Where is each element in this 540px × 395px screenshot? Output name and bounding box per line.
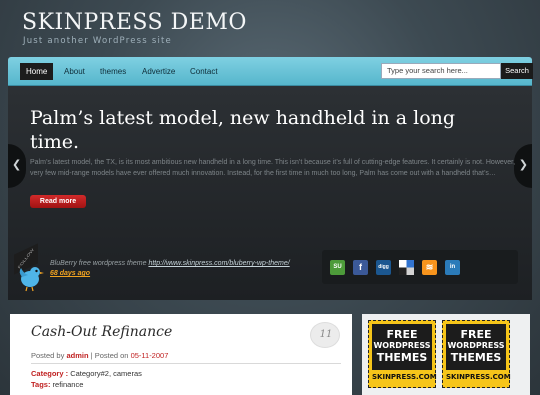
stumbleupon-icon[interactable]: SU <box>330 260 345 275</box>
tag-link[interactable]: refinance <box>53 380 84 389</box>
digg-icon[interactable]: digg <box>376 260 391 275</box>
post-author-link[interactable]: admin <box>66 351 88 360</box>
sidebar: FREE WORDPRESS THEMES SKINPRESS.COM FREE… <box>362 314 530 395</box>
delicious-icon[interactable] <box>399 260 414 275</box>
post-title[interactable]: Cash-Out Refinance <box>31 324 172 340</box>
twitter-bird-icon[interactable] <box>16 262 44 292</box>
tweet-text: BluBerry free wordpress theme http://www… <box>50 260 290 267</box>
sidebar-ad-1[interactable]: FREE WORDPRESS THEMES SKINPRESS.COM <box>368 320 437 388</box>
main-nav: Home About themes Advertize Contact Type… <box>8 57 533 86</box>
search-input[interactable]: Type your search here... <box>381 63 501 79</box>
nav-item-themes[interactable]: themes <box>94 63 132 80</box>
featured-title[interactable]: Palm’s latest model, new handheld in a l… <box>30 106 510 154</box>
prev-slide-button[interactable]: ❮ <box>8 144 26 188</box>
chevron-right-icon: ❯ <box>518 158 528 171</box>
comment-count-badge[interactable]: 11 <box>310 322 340 348</box>
tweet-time-link[interactable]: 68 days ago <box>50 270 90 277</box>
read-more-button[interactable]: Read more <box>30 195 86 208</box>
post-categories: Category : Category#2, cameras <box>31 369 142 378</box>
nav-item-about[interactable]: About <box>58 63 91 80</box>
nav-item-advertize[interactable]: Advertize <box>136 63 181 80</box>
post-meta: Posted by admin | Posted on 05-11-2007 <box>31 351 169 360</box>
featured-excerpt: Palm’s latest model, the TX, is its most… <box>30 159 516 177</box>
site-title[interactable]: SKINPRESS DEMO <box>22 10 247 35</box>
divider <box>31 363 341 364</box>
tweet-link[interactable]: http://www.skinpress.com/bluberry-wp-the… <box>148 260 289 267</box>
chevron-left-icon: ❮ <box>12 158 22 171</box>
category-links[interactable]: Category#2, cameras <box>70 369 142 378</box>
rss-icon[interactable]: ≋ <box>422 260 437 275</box>
post-date: 05-11-2007 <box>130 351 169 360</box>
search-button[interactable]: Search <box>501 63 533 79</box>
linkedin-icon[interactable]: in <box>445 260 460 275</box>
nav-item-contact[interactable]: Contact <box>184 63 224 80</box>
sidebar-ad-2[interactable]: FREE WORDPRESS THEMES SKINPRESS.COM <box>442 320 511 388</box>
post-content: Cash-Out Refinance 11 Posted by admin | … <box>10 314 352 395</box>
twitter-bar: FOLLOW BluBerry free wordpress theme htt… <box>8 243 532 298</box>
facebook-icon[interactable]: f <box>353 260 368 275</box>
nav-item-home[interactable]: Home <box>20 63 54 80</box>
social-icons: SU f digg ≋ in <box>322 250 518 284</box>
site-tagline: Just another WordPress site <box>23 36 172 46</box>
post-tags: Tags: refinance <box>31 380 84 389</box>
